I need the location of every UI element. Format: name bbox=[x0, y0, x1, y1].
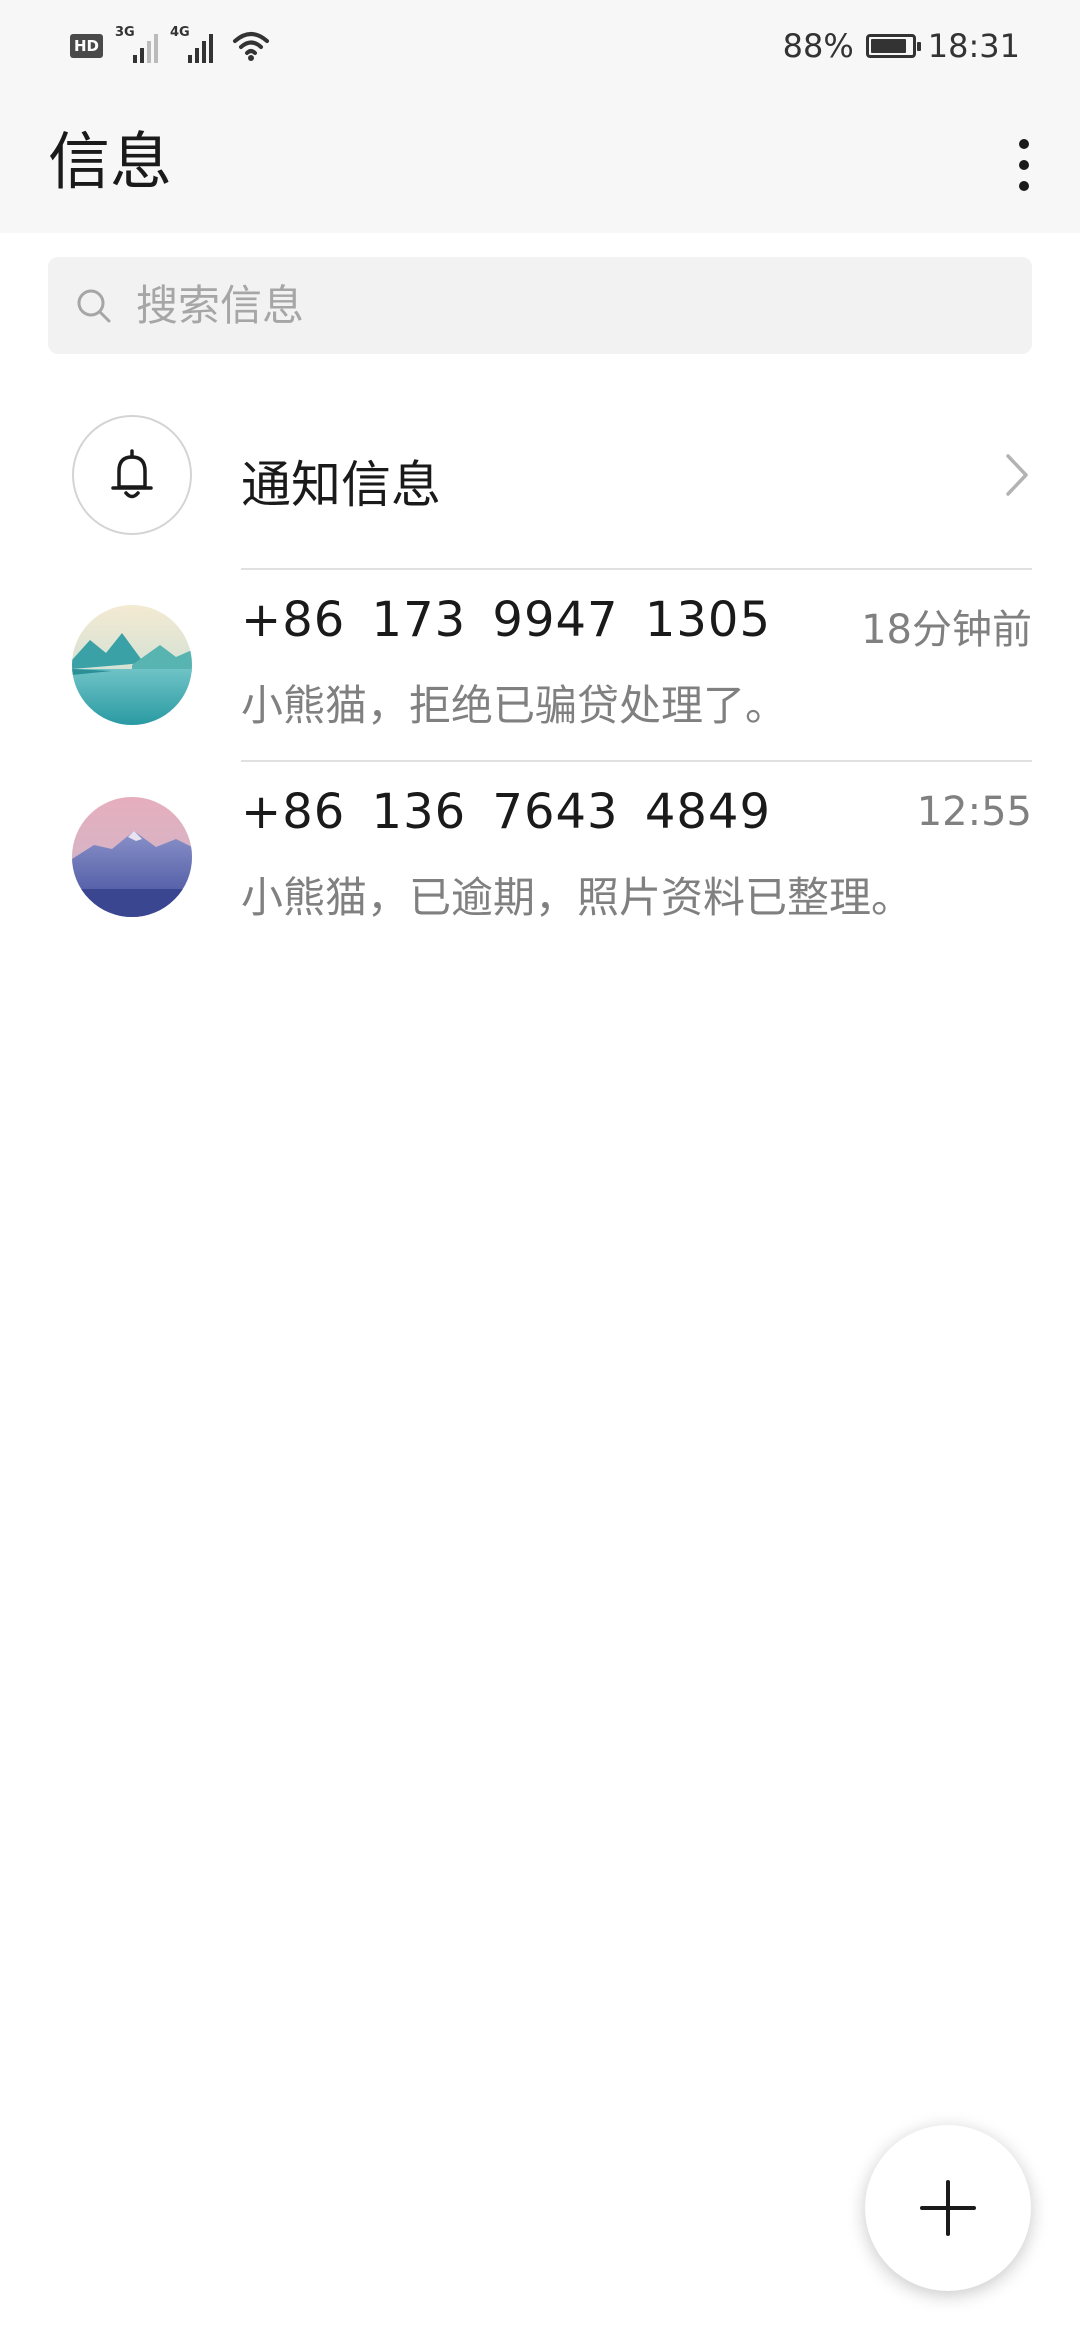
conversation-item[interactable]: +86 136 7643 4849 12:55 小熊猫，已逾期，照片资料已整理。 bbox=[0, 762, 1080, 952]
signal-bars-icon bbox=[133, 33, 159, 63]
landscape-lake-avatar bbox=[72, 605, 192, 725]
conversation-sender: +86 136 7643 4849 bbox=[241, 784, 771, 840]
notifications-label: 通知信息 bbox=[241, 456, 441, 514]
notifications-row[interactable]: 通知信息 bbox=[0, 380, 1080, 570]
network-type-label: 4G bbox=[170, 25, 190, 40]
more-vert-icon[interactable] bbox=[994, 125, 1054, 205]
network-signal-2: 4G bbox=[170, 25, 214, 63]
battery-percent: 88% bbox=[782, 27, 854, 65]
page-title: 信息 bbox=[48, 125, 173, 198]
search-input[interactable] bbox=[134, 280, 998, 331]
notification-avatar bbox=[72, 415, 192, 535]
conversation-time: 12:55 bbox=[916, 789, 1032, 835]
hd-badge: HD bbox=[70, 34, 104, 58]
status-bar-left: HD 3G 4G bbox=[70, 25, 271, 66]
status-bar-right: 88% 18:31 bbox=[783, 26, 1020, 66]
status-bar: HD 3G 4G 88% 18:31 bbox=[0, 0, 1080, 95]
search-bar[interactable] bbox=[48, 257, 1032, 354]
conversation-preview: 小熊猫，拒绝已骗贷处理了。 bbox=[241, 681, 788, 730]
chevron-right-icon bbox=[1006, 454, 1028, 496]
app-bar: 信息 bbox=[0, 95, 1080, 233]
conversation-preview: 小熊猫，已逾期，照片资料已整理。 bbox=[241, 873, 914, 922]
search-icon bbox=[77, 289, 111, 322]
conversation-item[interactable]: +86 173 9947 1305 18分钟前 小熊猫，拒绝已骗贷处理了。 bbox=[0, 570, 1080, 760]
battery-fill bbox=[870, 39, 906, 53]
wifi-icon bbox=[233, 32, 270, 61]
conversation-time: 18分钟前 bbox=[861, 607, 1032, 653]
network-type-label: 3G bbox=[115, 25, 135, 40]
conversation-sender: +86 173 9947 1305 bbox=[241, 592, 771, 648]
bell-icon bbox=[111, 449, 153, 499]
clock: 18:31 bbox=[927, 27, 1020, 65]
landscape-mountain-avatar bbox=[72, 797, 192, 917]
signal-bars-icon bbox=[188, 33, 214, 63]
plus-icon bbox=[920, 2180, 976, 2236]
battery-icon bbox=[865, 34, 921, 58]
network-signal-1: 3G bbox=[115, 25, 159, 63]
new-message-button[interactable] bbox=[865, 2125, 1031, 2291]
